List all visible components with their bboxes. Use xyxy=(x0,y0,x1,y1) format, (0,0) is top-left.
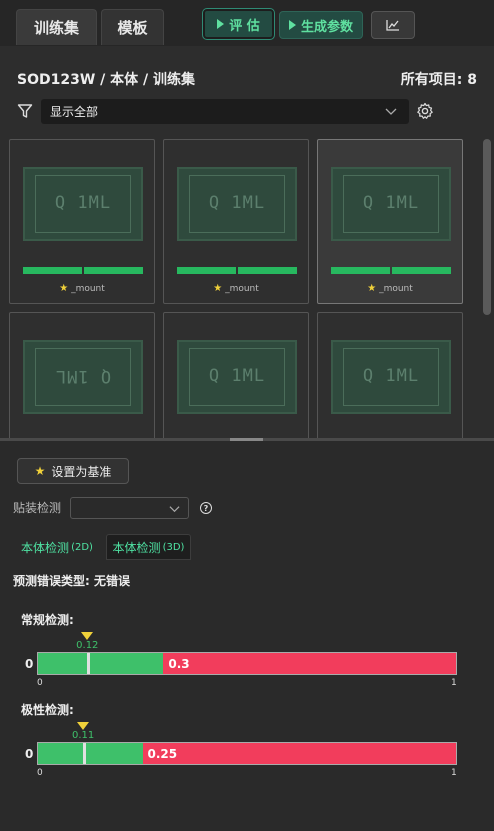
set-baseline-label: 设置为基准 xyxy=(51,464,112,479)
score-bar xyxy=(177,267,297,274)
threshold-marker-icon xyxy=(76,722,89,730)
component-image: Q 1ML xyxy=(23,167,143,241)
image-card-selected[interactable]: Q 1ML ★ _mount xyxy=(317,139,463,304)
image-grid: Q 1ML ★ _mount Q 1ML ★ _mount Q 1ML ★ _m… xyxy=(0,136,494,438)
tab-template[interactable]: 模板 xyxy=(101,9,164,45)
card-tag-label: _mount xyxy=(379,284,413,294)
score-bar xyxy=(23,267,143,274)
threshold-value: 0.3 xyxy=(168,657,190,671)
grid-scrollbar[interactable] xyxy=(483,139,491,315)
funnel-icon[interactable] xyxy=(17,103,33,119)
star-icon: ★ xyxy=(367,283,377,294)
component-marking: Q 1ML xyxy=(54,193,112,213)
play-icon xyxy=(288,20,296,30)
card-tag-label: _mount xyxy=(71,284,105,294)
component-image: Q 1ML xyxy=(177,340,297,414)
tab-body-check-2d[interactable]: 本体检测 (2D) xyxy=(16,534,98,560)
subtab-suffix: (2D) xyxy=(71,541,93,553)
star-icon: ★ xyxy=(59,283,69,294)
component-marking: Q 1ML xyxy=(208,193,266,213)
subtab-label: 本体检测 xyxy=(112,540,161,555)
polarity-check-gauge: 0.25 xyxy=(37,742,457,765)
generate-label: 生成参数 xyxy=(300,19,353,35)
play-icon xyxy=(217,19,225,29)
mount-check-label: 贴装检测 xyxy=(13,501,62,515)
image-card[interactable]: Q 1ML ★ _mount xyxy=(163,139,309,304)
filter-select[interactable]: 显示全部 xyxy=(41,99,409,124)
breadcrumb: SOD123W / 本体 / 训练集 xyxy=(17,72,195,88)
score-bar xyxy=(331,267,451,274)
zero-label: 0 xyxy=(25,657,34,671)
image-card[interactable]: Q 1ML xyxy=(163,312,309,438)
axis-min-label: 0 xyxy=(37,768,43,778)
current-score-marker xyxy=(82,743,86,764)
chart-button[interactable] xyxy=(371,11,415,39)
axis-max-label: 1 xyxy=(451,768,457,778)
generate-params-button[interactable]: 生成参数 xyxy=(279,11,363,39)
component-marking: Q 1ML xyxy=(54,366,112,386)
threshold-marker-icon xyxy=(81,632,94,640)
image-card[interactable]: Q 1ML xyxy=(9,312,155,438)
prediction-result: 预测错误类型: 无错误 xyxy=(13,574,130,588)
mount-check-select[interactable] xyxy=(70,497,189,519)
pass-region xyxy=(38,743,143,764)
component-marking: Q 1ML xyxy=(362,366,420,386)
current-score-label: 0.11 xyxy=(71,730,95,741)
gear-icon[interactable] xyxy=(416,102,434,120)
set-baseline-button[interactable]: ★ 设置为基准 xyxy=(17,458,129,484)
component-image: Q 1ML xyxy=(331,340,451,414)
component-image: Q 1ML xyxy=(23,340,143,414)
subtab-suffix: (3D) xyxy=(162,541,185,553)
image-card[interactable]: Q 1ML ★ _mount xyxy=(9,139,155,304)
detail-panel: ★ 设置为基准 贴装检测 ? 本体检测 (2D) 本体检测 (3D) 预测错误类型:… xyxy=(0,441,494,831)
regular-check-label: 常规检测: xyxy=(21,613,74,627)
component-image: Q 1ML xyxy=(331,167,451,241)
component-image: Q 1ML xyxy=(177,167,297,241)
tab-training-set[interactable]: 训练集 xyxy=(16,9,97,45)
evaluate-button[interactable]: 评 估 xyxy=(202,8,275,40)
zero-label: 0 xyxy=(25,747,34,761)
threshold-value: 0.25 xyxy=(147,747,178,761)
card-tag-label: _mount xyxy=(225,284,259,294)
chevron-down-icon xyxy=(385,108,397,115)
axis-min-label: 0 xyxy=(37,678,43,688)
star-icon: ★ xyxy=(34,464,46,478)
axis-max-label: 1 xyxy=(451,678,457,688)
item-count: 所有项目: 8 xyxy=(400,72,477,88)
top-toolbar: 训练集 模板 评 估 生成参数 xyxy=(0,0,494,46)
polarity-check-label: 极性检测: xyxy=(21,703,74,717)
card-tag: ★ _mount xyxy=(164,283,308,294)
help-icon[interactable]: ? xyxy=(200,502,212,514)
card-tag: ★ _mount xyxy=(318,283,462,294)
chart-line-icon xyxy=(386,20,399,31)
current-score-marker xyxy=(87,653,91,674)
current-score-label: 0.12 xyxy=(76,640,99,651)
star-icon: ★ xyxy=(213,283,223,294)
chevron-down-icon xyxy=(169,506,180,513)
regular-check-gauge: 0.3 xyxy=(37,652,457,675)
component-marking: Q 1ML xyxy=(208,366,266,386)
evaluate-label: 评 估 xyxy=(229,18,260,34)
subtab-label: 本体检测 xyxy=(21,540,70,555)
image-card[interactable]: Q 1ML xyxy=(317,312,463,438)
pass-region xyxy=(38,653,164,674)
card-tag: ★ _mount xyxy=(10,283,154,294)
filter-select-value: 显示全部 xyxy=(50,105,99,119)
component-marking: Q 1ML xyxy=(362,193,420,213)
tab-body-check-3d[interactable]: 本体检测 (3D) xyxy=(106,534,191,560)
